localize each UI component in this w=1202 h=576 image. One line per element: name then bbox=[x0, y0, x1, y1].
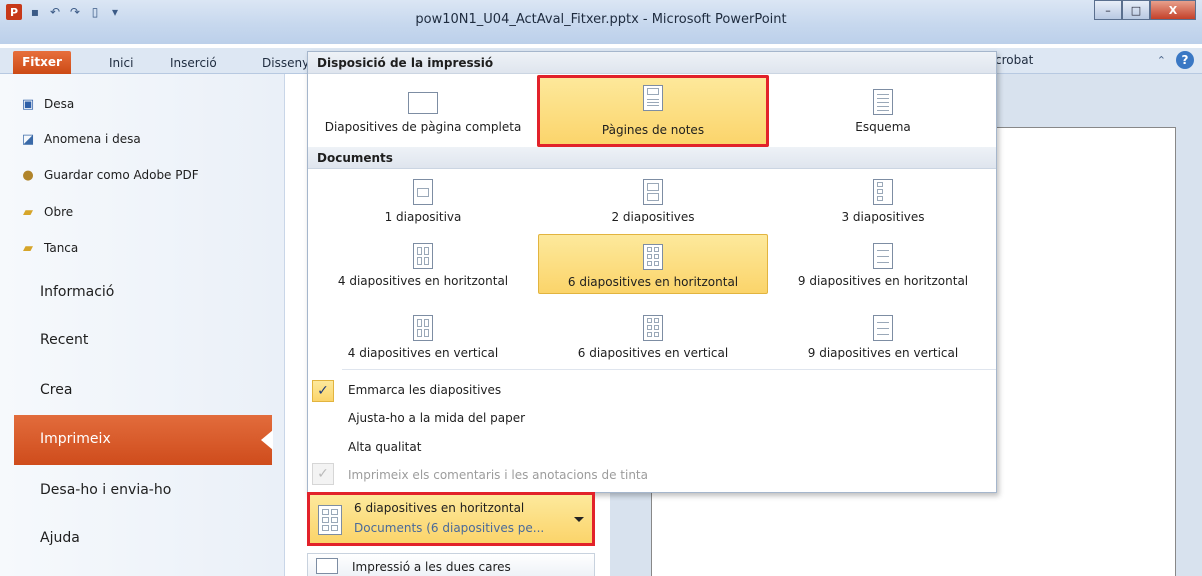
handout-1-slide-icon bbox=[413, 179, 433, 205]
handout-6-horizontal-label: 6 diapositives en horitzontal bbox=[567, 275, 739, 289]
handout-6-horizontal-icon bbox=[643, 244, 663, 270]
handout-3-slides-icon bbox=[873, 179, 893, 205]
backstage-save-as[interactable]: ◪ Anomena i desa bbox=[20, 131, 141, 147]
handout-3-slides-label: 3 diapositives bbox=[841, 210, 925, 224]
handout-9-horizontal-label: 9 diapositives en horitzontal bbox=[797, 274, 969, 288]
tab-acrobat[interactable]: crobat bbox=[995, 53, 1033, 67]
save-as-icon: ◪ bbox=[21, 131, 35, 147]
high-quality-option[interactable]: Alta qualitat bbox=[348, 440, 421, 454]
backstage-nav: ▣ Desa ◪ Anomena i desa ● Guardar como A… bbox=[0, 74, 285, 576]
dropdown-arrow-icon bbox=[574, 517, 584, 522]
print-comments-checkbox: ✓ bbox=[312, 463, 334, 485]
handout-9-vertical[interactable]: 9 diapositives en vertical bbox=[768, 306, 998, 366]
duplex-selector[interactable]: Impressió a les dues cares bbox=[307, 553, 595, 576]
minimize-ribbon-icon[interactable]: ⌃ bbox=[1157, 54, 1166, 67]
documents-section-header: Documents bbox=[308, 147, 996, 169]
handout-9-horizontal-icon bbox=[873, 243, 893, 269]
backstage-save[interactable]: ▣ Desa bbox=[20, 96, 74, 112]
print-layout-gallery: Disposició de la impressió Diapositives … bbox=[307, 51, 997, 493]
backstage-help[interactable]: Ajuda bbox=[40, 530, 80, 546]
duplex-print-icon bbox=[316, 558, 338, 574]
handout-6-horizontal-icon bbox=[318, 505, 342, 535]
layout-outline-label: Esquema bbox=[855, 120, 911, 134]
layout-outline[interactable]: Esquema bbox=[768, 80, 998, 140]
layout-full-page-label: Diapositives de pàgina completa bbox=[324, 120, 522, 134]
handout-6-vertical-icon bbox=[643, 315, 663, 341]
outline-icon bbox=[873, 89, 893, 115]
help-icon[interactable]: ? bbox=[1176, 51, 1194, 69]
tab-design[interactable]: Disseny bbox=[262, 52, 309, 74]
close-folder-icon: ▰ bbox=[23, 240, 33, 256]
layout-section-header: Disposició de la impressió bbox=[308, 52, 996, 74]
handout-1-slide[interactable]: 1 diapositiva bbox=[308, 170, 538, 230]
title-bar: P ▪ ↶ ↷ ▯ ▾ pow10N1_U04_ActAval_Fitxer.p… bbox=[0, 0, 1202, 44]
backstage-share[interactable]: Desa-ho i envia-ho bbox=[40, 482, 171, 498]
save-icon: ▣ bbox=[21, 96, 35, 112]
full-page-slide-icon bbox=[408, 92, 438, 114]
layout-notes-pages[interactable]: Pàgines de notes bbox=[537, 75, 769, 147]
handout-2-slides-icon bbox=[643, 179, 663, 205]
handout-9-vertical-icon bbox=[873, 315, 893, 341]
handout-4-horizontal[interactable]: 4 diapositives en horitzontal bbox=[308, 234, 538, 294]
frame-slides-checkbox[interactable]: ✓ bbox=[312, 380, 334, 402]
active-pointer-icon bbox=[261, 430, 273, 450]
layout-selector-title: 6 diapositives en horitzontal bbox=[354, 501, 525, 515]
pdf-icon: ● bbox=[22, 167, 34, 183]
frame-slides-option[interactable]: Emmarca les diapositives bbox=[348, 383, 501, 397]
backstage-close-label: Tanca bbox=[44, 241, 79, 255]
handout-6-vertical-label: 6 diapositives en vertical bbox=[577, 346, 729, 360]
backstage-save-pdf-label: Guardar como Adobe PDF bbox=[44, 168, 199, 182]
print-comments-option: Imprimeix els comentaris i les anotacion… bbox=[348, 468, 648, 482]
close-button[interactable]: X bbox=[1150, 0, 1196, 20]
window-title: pow10N1_U04_ActAval_Fitxer.pptx - Micros… bbox=[415, 12, 787, 27]
handout-2-slides[interactable]: 2 diapositives bbox=[538, 170, 768, 230]
options-divider bbox=[342, 369, 996, 370]
backstage-info[interactable]: Informació bbox=[40, 284, 114, 300]
duplex-selector-label: Impressió a les dues cares bbox=[352, 560, 511, 574]
handout-6-horizontal[interactable]: 6 diapositives en horitzontal bbox=[538, 234, 768, 294]
backstage-save-label: Desa bbox=[44, 97, 75, 111]
backstage-open[interactable]: ▰ Obre bbox=[20, 204, 73, 220]
handout-4-vertical-label: 4 diapositives en vertical bbox=[347, 346, 499, 360]
tab-insert[interactable]: Inserció bbox=[170, 52, 217, 74]
handout-2-slides-label: 2 diapositives bbox=[611, 210, 695, 224]
handout-3-slides[interactable]: 3 diapositives bbox=[768, 170, 998, 230]
layout-selector-subtitle: Documents (6 diapositives pe... bbox=[354, 521, 545, 535]
layout-full-page[interactable]: Diapositives de pàgina completa bbox=[308, 80, 538, 140]
backstage-recent[interactable]: Recent bbox=[40, 332, 88, 348]
notes-page-icon bbox=[643, 85, 663, 111]
handout-1-slide-label: 1 diapositiva bbox=[384, 210, 462, 224]
scale-to-fit-option[interactable]: Ajusta-ho a la mida del paper bbox=[348, 411, 525, 425]
tab-home[interactable]: Inici bbox=[109, 52, 133, 74]
handout-4-vertical[interactable]: 4 diapositives en vertical bbox=[308, 306, 538, 366]
backstage-print-label: Imprimeix bbox=[40, 431, 111, 447]
handout-9-horizontal[interactable]: 9 diapositives en horitzontal bbox=[768, 234, 998, 294]
maximize-button[interactable]: □ bbox=[1122, 0, 1150, 20]
handout-6-vertical[interactable]: 6 diapositives en vertical bbox=[538, 306, 768, 366]
backstage-save-as-label: Anomena i desa bbox=[44, 132, 141, 146]
minimize-button[interactable]: – bbox=[1094, 0, 1122, 20]
layout-notes-pages-label: Pàgines de notes bbox=[601, 123, 705, 137]
open-folder-icon: ▰ bbox=[23, 204, 33, 220]
handout-4-vertical-icon bbox=[413, 315, 433, 341]
backstage-print[interactable]: Imprimeix bbox=[14, 415, 273, 465]
tab-file[interactable]: Fitxer bbox=[13, 51, 71, 74]
handout-4-horizontal-label: 4 diapositives en horitzontal bbox=[337, 274, 509, 288]
handout-9-vertical-label: 9 diapositives en vertical bbox=[807, 346, 959, 360]
print-layout-selector[interactable]: 6 diapositives en horitzontal Documents … bbox=[307, 492, 595, 546]
backstage-open-label: Obre bbox=[44, 205, 74, 219]
backstage-close[interactable]: ▰ Tanca bbox=[20, 240, 78, 256]
backstage-save-pdf[interactable]: ● Guardar como Adobe PDF bbox=[20, 167, 199, 183]
backstage-new[interactable]: Crea bbox=[40, 382, 72, 398]
handout-4-horizontal-icon bbox=[413, 243, 433, 269]
